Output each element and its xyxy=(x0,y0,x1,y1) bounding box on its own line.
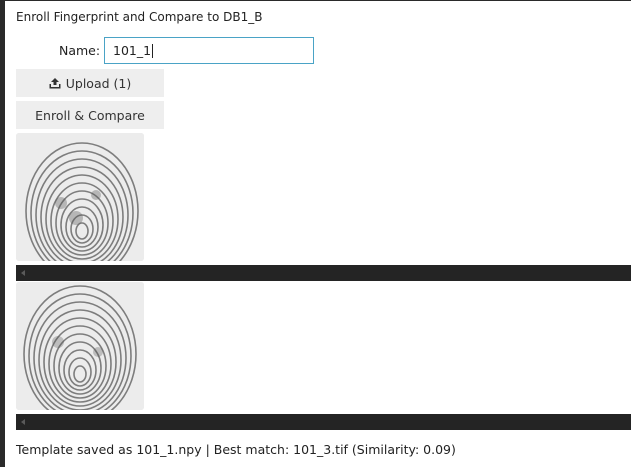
enroll-compare-button-label: Enroll & Compare xyxy=(35,107,145,123)
name-input[interactable]: 101_1 xyxy=(104,37,314,64)
horizontal-scrollbar[interactable] xyxy=(16,414,631,430)
upload-button-label: Upload (1) xyxy=(65,75,132,91)
text-caret xyxy=(152,43,154,58)
window-frame-left xyxy=(0,0,5,467)
enroll-compare-button[interactable]: Enroll & Compare xyxy=(16,101,164,129)
best-match-fingerprint-image xyxy=(16,282,144,410)
name-input-value: 101_1 xyxy=(113,43,152,58)
enrolled-fingerprint-image xyxy=(16,133,144,261)
scroll-left-arrow-icon[interactable] xyxy=(21,270,25,276)
page-title: Enroll Fingerprint and Compare to DB1_B xyxy=(16,10,263,24)
horizontal-scrollbar[interactable] xyxy=(16,265,631,281)
scroll-left-arrow-icon[interactable] xyxy=(21,419,25,425)
status-message: Template saved as 101_1.npy | Best match… xyxy=(16,442,456,457)
window-frame-top xyxy=(0,0,631,1)
upload-icon xyxy=(49,77,61,89)
name-label: Name: xyxy=(59,43,101,58)
upload-button[interactable]: Upload (1) xyxy=(16,69,164,97)
